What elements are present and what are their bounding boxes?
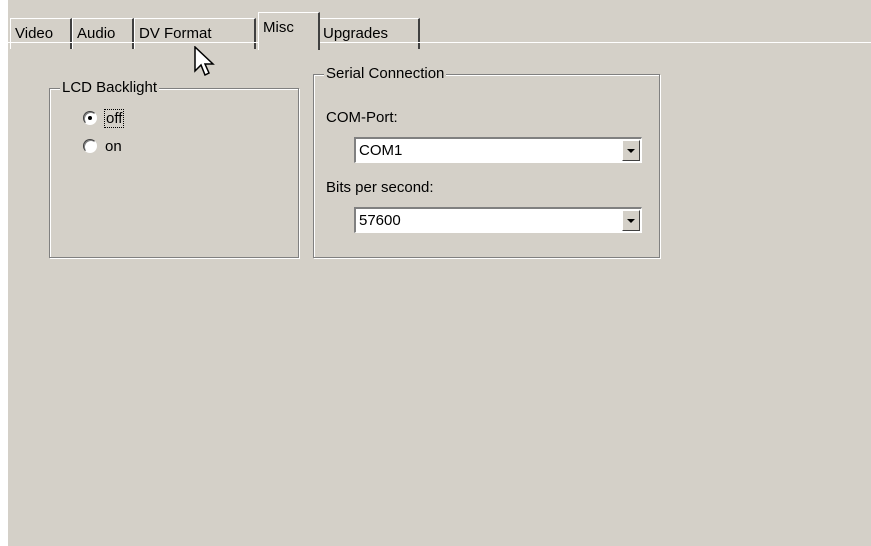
com-port-value: COM1 xyxy=(359,142,403,159)
bits-per-second-select[interactable]: 57600 xyxy=(354,207,642,233)
lcd-backlight-group: LCD Backlight off on xyxy=(49,79,299,258)
radio-on-row[interactable]: on xyxy=(83,137,122,155)
serial-connection-title: Serial Connection xyxy=(324,65,447,83)
mouse-pointer-icon xyxy=(194,46,215,77)
tab-audio[interactable]: Audio xyxy=(72,18,134,49)
bits-per-second-value: 57600 xyxy=(359,212,401,229)
tab-panel-top-edge xyxy=(8,42,871,43)
chevron-down-icon xyxy=(627,218,635,223)
tab-misc[interactable]: Misc xyxy=(258,12,320,50)
radio-off-button[interactable] xyxy=(83,111,97,125)
lcd-backlight-title: LCD Backlight xyxy=(60,79,160,97)
serial-connection-group: Serial Connection COM-Port: COM1 Bits pe… xyxy=(313,65,660,258)
tab-strip: Video Audio DV Format Misc Upgrades xyxy=(8,6,871,50)
radio-off-row[interactable]: off xyxy=(83,108,125,128)
tab-dv-format[interactable]: DV Format xyxy=(134,18,256,49)
com-port-label: COM-Port: xyxy=(326,109,398,126)
bits-per-second-label: Bits per second: xyxy=(326,179,434,196)
radio-off-label[interactable]: off xyxy=(103,108,125,128)
tab-upgrades[interactable]: Upgrades xyxy=(318,18,420,49)
com-port-dropdown-button[interactable] xyxy=(622,140,640,161)
properties-window: Video Audio DV Format Misc Upgrades LCD … xyxy=(8,0,871,546)
chevron-down-icon xyxy=(627,148,635,153)
radio-on-button[interactable] xyxy=(83,139,97,153)
radio-on-label[interactable]: on xyxy=(105,138,122,155)
tab-video[interactable]: Video xyxy=(10,18,72,49)
com-port-select[interactable]: COM1 xyxy=(354,137,642,163)
bits-per-second-dropdown-button[interactable] xyxy=(622,210,640,231)
